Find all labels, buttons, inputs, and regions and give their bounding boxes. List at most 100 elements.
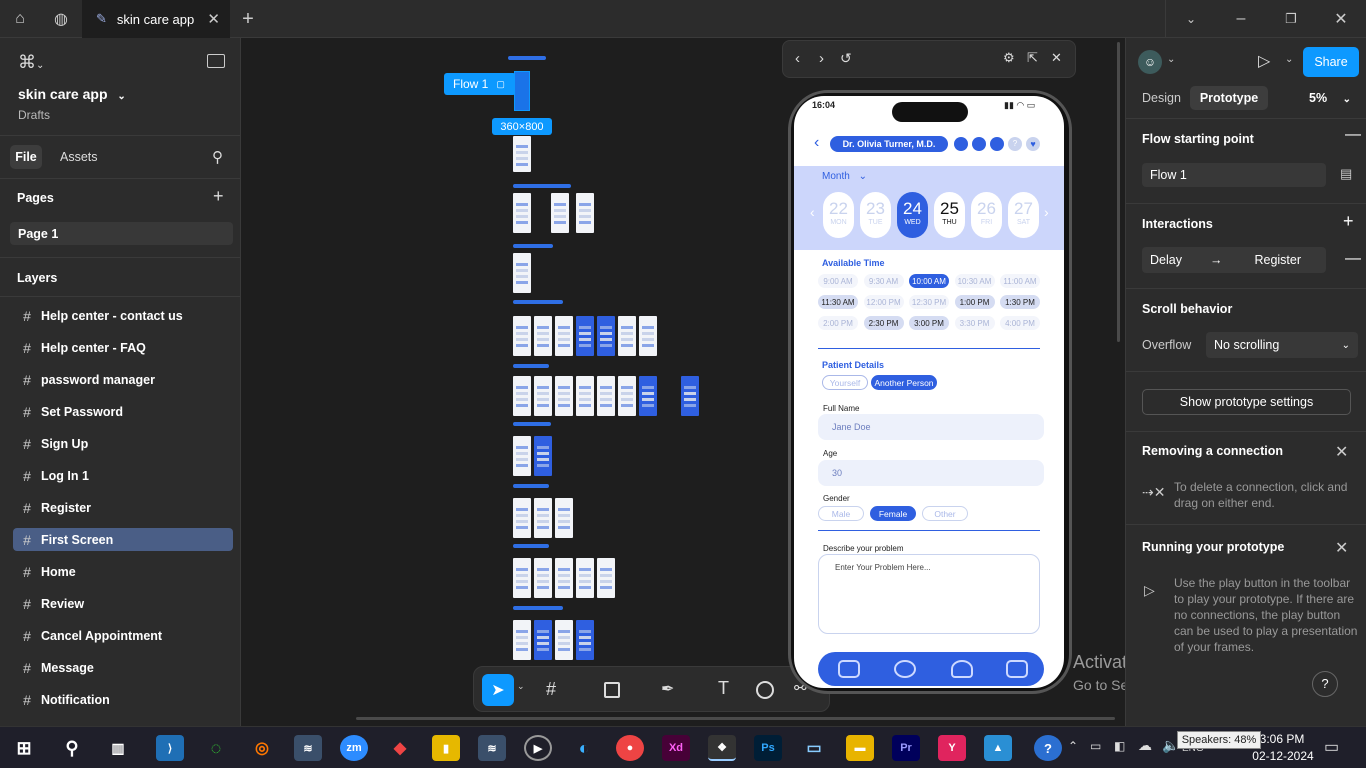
tab-skin-care-app[interactable]: ✎ skin care app ✕: [82, 0, 230, 38]
frame-thumb[interactable]: [513, 316, 531, 356]
flow-description-icon[interactable]: ▤: [1340, 166, 1352, 182]
close-window-icon[interactable]: ✕: [1326, 0, 1356, 38]
time-slot[interactable]: 2:30 PM: [863, 316, 904, 330]
add-interaction-icon[interactable]: +: [1343, 211, 1354, 232]
frame-thumb[interactable]: [513, 136, 531, 172]
day-item[interactable]: 25 THU: [934, 192, 965, 238]
chevron-down-icon[interactable]: ⌄: [1285, 54, 1293, 65]
day-item[interactable]: 27 SAT: [1008, 192, 1039, 238]
tab-assets[interactable]: Assets: [60, 150, 98, 164]
yahoo-icon[interactable]: Y: [938, 735, 966, 761]
chat-icon[interactable]: [990, 137, 1004, 151]
show-prototype-settings-button[interactable]: Show prototype settings: [1142, 389, 1351, 415]
zoom-app-icon[interactable]: zm: [340, 735, 368, 761]
video-icon[interactable]: [972, 137, 986, 151]
clock-time[interactable]: 3:06 PM: [1252, 732, 1312, 746]
other-chip[interactable]: Other: [922, 506, 968, 521]
female-chip[interactable]: Female: [870, 506, 916, 521]
frame-thumb[interactable]: [513, 193, 531, 233]
time-slot[interactable]: 11:30 AM: [818, 295, 858, 309]
tab-prototype[interactable]: Prototype: [1190, 86, 1268, 110]
forward-icon[interactable]: ›: [819, 50, 824, 67]
figma-menu-icon[interactable]: ⌘⌄: [18, 52, 44, 73]
time-slot[interactable]: 9:00 AM: [818, 274, 858, 288]
frame-thumb[interactable]: [597, 558, 615, 598]
text-tool-icon[interactable]: T: [718, 678, 729, 699]
time-slot[interactable]: 4:00 PM: [1000, 316, 1040, 330]
close-icon[interactable]: ✕: [1335, 538, 1348, 558]
next-day-icon[interactable]: ›: [1044, 204, 1049, 220]
time-slot[interactable]: 2:00 PM: [818, 316, 858, 330]
frame-thumb[interactable]: [681, 376, 699, 416]
time-slot[interactable]: 10:00 AM: [909, 274, 949, 288]
file-explorer-icon[interactable]: ▬: [846, 735, 874, 761]
time-slot[interactable]: 10:30 AM: [954, 274, 995, 288]
frame-thumb[interactable]: [513, 253, 531, 293]
frame-thumb[interactable]: [555, 498, 573, 538]
frame-thumb[interactable]: [534, 558, 552, 598]
layer-item[interactable]: # Cancel Appointment: [13, 624, 233, 647]
workbench-icon[interactable]: ≋: [478, 735, 506, 761]
prev-day-icon[interactable]: ‹: [810, 204, 815, 220]
frame-thumb[interactable]: [597, 376, 615, 416]
profile-nav-icon[interactable]: [951, 660, 973, 678]
chrome-icon[interactable]: ●: [616, 735, 644, 761]
day-item[interactable]: 22 MON: [823, 192, 854, 238]
close-tab-icon[interactable]: ✕: [207, 10, 220, 28]
notifications-icon[interactable]: ▭: [1324, 737, 1339, 757]
search-icon[interactable]: ⚲: [212, 148, 223, 166]
settings-sliders-icon[interactable]: ⚙: [1003, 50, 1015, 66]
time-slot[interactable]: 11:00 AM: [1000, 274, 1040, 288]
time-slot[interactable]: 12:30 PM: [909, 295, 949, 309]
zoom-level[interactable]: 5% ⌄: [1309, 91, 1351, 105]
frame-thumb[interactable]: [555, 620, 573, 660]
frame-thumb[interactable]: [534, 436, 552, 476]
frame-thumb[interactable]: [576, 316, 594, 356]
mysql-icon[interactable]: ≋: [294, 735, 322, 761]
time-slot[interactable]: 12:00 PM: [863, 295, 904, 309]
frame-thumb[interactable]: [555, 376, 573, 416]
frame-thumb[interactable]: [576, 193, 594, 233]
another-person-chip[interactable]: Another Person: [871, 375, 937, 390]
vertical-scrollbar[interactable]: [1117, 42, 1120, 342]
frame-thumb[interactable]: [576, 620, 594, 660]
rectangle-tool-icon[interactable]: [604, 682, 620, 698]
back-icon[interactable]: ‹: [795, 50, 800, 67]
interaction-row[interactable]: Delay → Register: [1142, 247, 1326, 273]
frame-thumb[interactable]: [555, 316, 573, 356]
windows-start-icon[interactable]: ⊞: [10, 735, 38, 761]
phone-screen[interactable]: 16:04 ▮▮ ◠ ▭ ‹ Dr. Olivia Turner, M.D. ?…: [794, 96, 1064, 688]
file-name[interactable]: skin care app ⌄: [18, 86, 126, 102]
vscode-icon[interactable]: ⟩: [156, 735, 184, 761]
play-icon[interactable]: ▷: [1258, 51, 1270, 71]
frame-thumb[interactable]: [597, 316, 615, 356]
figma-icon[interactable]: ❖: [708, 735, 736, 761]
frame-thumb[interactable]: [534, 316, 552, 356]
frame-thumb[interactable]: [639, 376, 657, 416]
remove-interaction-icon[interactable]: —: [1345, 250, 1361, 268]
frame-thumb[interactable]: [555, 558, 573, 598]
age-field[interactable]: 30: [818, 460, 1044, 486]
help-icon[interactable]: ?: [1008, 137, 1022, 151]
layer-item[interactable]: # Set Password: [13, 400, 233, 423]
time-slot[interactable]: 3:30 PM: [954, 316, 995, 330]
day-item[interactable]: 24 WED: [897, 192, 928, 238]
premiere-icon[interactable]: Pr: [892, 735, 920, 761]
frame-thumb[interactable]: [513, 498, 531, 538]
adobe-xd-icon[interactable]: Xd: [662, 735, 690, 761]
chat-nav-icon[interactable]: [894, 660, 916, 678]
call-icon[interactable]: [954, 137, 968, 151]
move-tool-icon[interactable]: ➤: [482, 674, 514, 706]
battery-icon[interactable]: ▭: [1090, 739, 1101, 753]
frame-thumb[interactable]: [551, 193, 569, 233]
maximize-icon[interactable]: ❐: [1276, 0, 1306, 38]
add-page-icon[interactable]: +: [213, 186, 224, 207]
camera-icon[interactable]: ◧: [1114, 739, 1125, 753]
close-preview-icon[interactable]: ✕: [1051, 50, 1062, 66]
heart-icon[interactable]: ♥: [1026, 137, 1040, 151]
layer-item[interactable]: # Help center - contact us: [13, 304, 233, 327]
refresh-app-icon[interactable]: ◌: [202, 735, 230, 761]
pen-tool-icon[interactable]: ✒: [661, 679, 674, 699]
restart-icon[interactable]: ↺: [840, 50, 852, 67]
full-name-field[interactable]: Jane Doe: [818, 414, 1044, 440]
